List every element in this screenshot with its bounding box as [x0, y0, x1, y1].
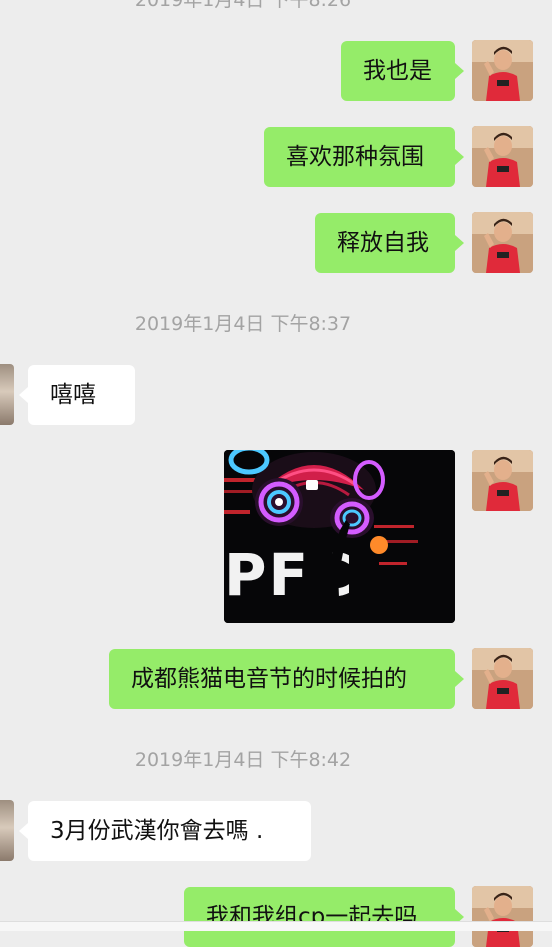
user-avatar[interactable] [472, 212, 533, 273]
message-bubble-outgoing[interactable]: 我也是 [341, 41, 464, 101]
user-avatar[interactable] [472, 126, 533, 187]
message-bubble-outgoing[interactable]: 释放自我 [315, 213, 464, 273]
user-avatar[interactable] [472, 648, 533, 709]
timestamp: 2019年1月4日 下午8:42 [134, 749, 352, 771]
person-avatar-icon [472, 886, 533, 947]
user-avatar[interactable] [472, 886, 533, 947]
user-avatar[interactable] [472, 40, 533, 101]
message-bubble-incoming[interactable]: 3月份武漢你會去嗎 . [19, 801, 311, 861]
person-avatar-icon [472, 212, 533, 273]
contact-avatar[interactable] [0, 800, 14, 861]
concert-photo-icon: PFC [224, 450, 455, 623]
timestamp: 2019年1月4日 下午8:37 [134, 313, 352, 335]
contact-avatar[interactable] [0, 364, 14, 425]
message-bubble-outgoing[interactable]: 成都熊猫电音节的时候拍的 [109, 649, 464, 709]
message-bubble-incoming[interactable]: 嘻嘻 [19, 365, 135, 425]
timestamp-partial: 2019年1月4日 下午8:26 [134, 0, 352, 11]
person-avatar-icon [472, 450, 533, 511]
message-bubble-outgoing[interactable]: 喜欢那种氛围 [264, 127, 464, 187]
person-avatar-icon [472, 40, 533, 101]
user-avatar[interactable] [472, 450, 533, 511]
person-avatar-icon [472, 126, 533, 187]
message-bubble-outgoing[interactable]: 我和我组cp一起去吗 [184, 887, 464, 947]
person-avatar-icon [472, 648, 533, 709]
chat-area: 2019年1月4日 下午8:26 我也是 喜欢那种氛围 释放自我 2019年1月… [0, 0, 552, 947]
image-message[interactable]: PFC [224, 450, 455, 623]
